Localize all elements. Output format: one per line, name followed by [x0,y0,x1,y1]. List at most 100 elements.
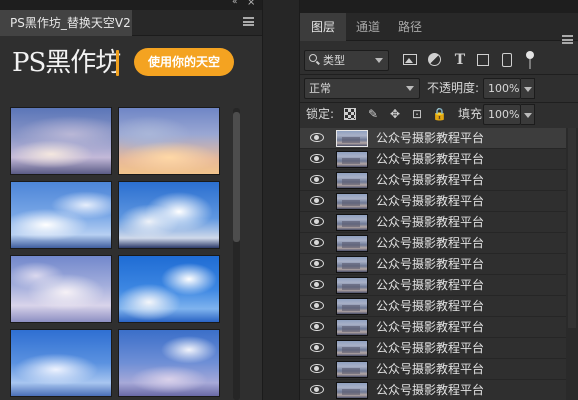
layer-thumbnail[interactable] [336,382,368,399]
layer-name[interactable]: 公众号摄影教程平台 [376,317,484,338]
eye-icon[interactable] [310,322,324,331]
text-filter-icon[interactable]: T [452,52,468,68]
layer-name[interactable]: 公众号摄影教程平台 [376,359,484,380]
layer-name[interactable]: 公众号摄影教程平台 [376,380,484,400]
eye-icon[interactable] [310,259,324,268]
layer-row[interactable]: 公众号摄影教程平台 [300,317,566,338]
layer-thumbnail[interactable] [336,151,368,168]
layers-scrollbar[interactable] [566,128,578,400]
layers-panel: 图层 通道 路径 类型 T 正常 不透明度: 100% 锁定: ✎ ✥ ⊡ 🔒 [300,0,578,400]
tab-sky-replacement[interactable]: PS黑作坊_替换天空V2 [0,10,132,36]
layer-row[interactable]: 公众号摄影教程平台 [300,170,566,191]
layer-thumbnail[interactable] [336,277,368,294]
layer-thumbnail[interactable] [336,298,368,315]
layer-name[interactable]: 公众号摄影教程平台 [376,233,484,254]
chevron-down-icon [375,58,383,63]
layer-row[interactable]: 公众号摄影教程平台 [300,233,566,254]
layer-name[interactable]: 公众号摄影教程平台 [376,149,484,170]
eye-icon[interactable] [310,238,324,247]
sky-replacement-panel: « × PS黑作坊_替换天空V2 PS黑作坊 使用你的天空 [0,0,262,400]
collapse-panel-icon[interactable]: « [232,0,238,7]
fill-label: 填充: [458,107,487,121]
sky-thumbnail[interactable] [118,255,220,323]
eye-icon[interactable] [310,385,324,394]
opacity-input[interactable]: 100% [483,78,521,99]
sky-thumbnail[interactable] [118,329,220,397]
layer-name[interactable]: 公众号摄影教程平台 [376,296,484,317]
tab-paths[interactable]: 路径 [390,13,430,41]
eye-icon[interactable] [310,154,324,163]
divider [300,74,578,75]
sky-thumbnail[interactable] [10,107,112,175]
layer-row[interactable]: 公众号摄影教程平台 [300,275,566,296]
layer-row[interactable]: 公众号摄影教程平台 [300,359,566,380]
blend-mode-value: 正常 [309,82,331,95]
layer-row[interactable]: 公众号摄影教程平台 [300,191,566,212]
layer-name[interactable]: 公众号摄影教程平台 [376,254,484,275]
layer-thumbnail[interactable] [336,361,368,378]
layer-name[interactable]: 公众号摄影教程平台 [376,338,484,359]
tab-channels[interactable]: 通道 [348,13,388,41]
sky-thumbnail[interactable] [10,329,112,397]
layer-row[interactable]: 公众号摄影教程平台 [300,296,566,317]
gallery-scrollbar-thumb[interactable] [233,112,240,242]
eye-icon[interactable] [310,196,324,205]
close-panel-icon[interactable]: × [247,0,255,8]
sky-thumbnail[interactable] [10,181,112,249]
adjustment-filter-icon[interactable] [427,52,443,68]
layer-thumbnail[interactable] [336,214,368,231]
fill-input[interactable]: 100% [483,104,521,125]
layer-name[interactable]: 公众号摄影教程平台 [376,275,484,296]
layer-row[interactable]: 公众号摄影教程平台 [300,338,566,359]
lock-pixels-icon[interactable] [344,108,356,120]
panel-divider [262,0,300,400]
layers-menu-icon[interactable] [562,35,573,44]
layer-row[interactable]: 公众号摄影教程平台 [300,212,566,233]
filter-toggle-switch[interactable] [526,51,534,69]
sky-thumbnail[interactable] [118,181,220,249]
layer-thumbnail[interactable] [336,340,368,357]
layer-name[interactable]: 公众号摄影教程平台 [376,212,484,233]
layer-name[interactable]: 公众号摄影教程平台 [376,128,484,149]
use-your-sky-button[interactable]: 使用你的天空 [134,48,234,76]
eye-icon[interactable] [310,133,324,142]
sky-gallery [0,92,240,400]
eye-icon[interactable] [310,175,324,184]
layers-scrollbar-thumb[interactable] [568,128,576,328]
layer-thumbnail[interactable] [336,193,368,210]
layer-thumbnail[interactable] [336,256,368,273]
layer-row[interactable]: 公众号摄影教程平台 [300,149,566,170]
eye-icon[interactable] [310,280,324,289]
layer-thumbnail[interactable] [336,319,368,336]
layer-thumbnail[interactable] [336,130,368,147]
opacity-slider-toggle[interactable] [521,78,535,99]
sky-thumbnail[interactable] [118,107,220,175]
blend-mode-select[interactable]: 正常 [304,78,420,99]
lock-all-icon[interactable]: 🔒 [432,107,447,121]
layer-row[interactable]: 公众号摄影教程平台 [300,380,566,400]
layer-thumbnail[interactable] [336,172,368,189]
brand-logo: PS黑作坊 [12,48,121,78]
lock-label: 锁定: [306,107,335,121]
shape-filter-icon[interactable] [475,52,491,68]
sky-thumbnail[interactable] [10,255,112,323]
layer-name[interactable]: 公众号摄影教程平台 [376,170,484,191]
layer-name[interactable]: 公众号摄影教程平台 [376,191,484,212]
smart-object-filter-icon[interactable] [499,52,515,68]
eye-icon[interactable] [310,343,324,352]
layer-thumbnail[interactable] [336,235,368,252]
eye-icon[interactable] [310,301,324,310]
layer-kind-filter[interactable]: 类型 [304,50,389,71]
lock-brush-icon[interactable]: ✎ [366,107,380,121]
image-filter-icon[interactable] [402,52,418,68]
lock-artboard-icon[interactable]: ⊡ [410,107,424,121]
eye-icon[interactable] [310,217,324,226]
eye-icon[interactable] [310,364,324,373]
layer-row[interactable]: 公众号摄影教程平台 [300,254,566,275]
lock-move-icon[interactable]: ✥ [388,107,402,121]
fill-slider-toggle[interactable] [521,104,535,125]
tab-layers[interactable]: 图层 [300,13,346,41]
panel-menu-icon[interactable] [243,17,254,26]
panel-tabs: 图层 通道 路径 [300,13,578,44]
layer-row[interactable]: 公众号摄影教程平台 [300,128,566,149]
